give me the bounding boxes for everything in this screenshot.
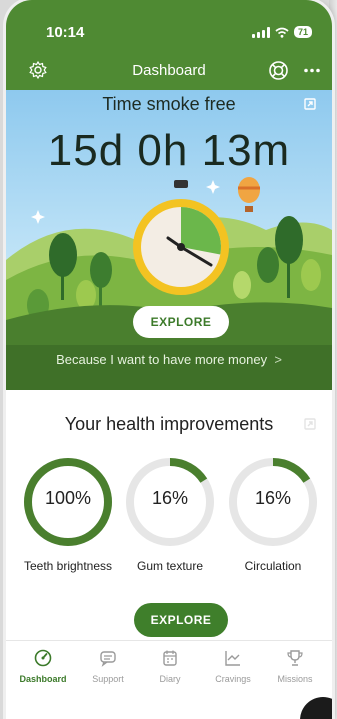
ring-value: 100%: [44, 488, 92, 508]
dashboard-icon: [34, 649, 52, 667]
nav-item-dashboard[interactable]: Dashboard: [12, 649, 74, 684]
app-header: 10:14 71 Dashboard: [6, 0, 332, 90]
bottom-nav: Dashboard Support Diary Cravings Mission…: [6, 640, 332, 719]
nav-label: Dashboard: [19, 674, 67, 684]
battery-icon: 71: [293, 26, 312, 38]
smoke-free-counter: 15d 0h 13m: [47, 126, 291, 175]
chart-icon: [225, 651, 240, 666]
nav-item-missions[interactable]: Missions: [264, 649, 326, 684]
phone-screen: 10:14 71 Dashboard Time smoke free 15d 0…: [6, 0, 332, 719]
chat-icon: [100, 651, 116, 667]
ring-value: 16%: [254, 488, 292, 508]
wifi-icon: [275, 27, 289, 38]
ring-label: Circulation: [244, 559, 302, 573]
calendar-icon: [163, 650, 177, 666]
health-ring-item[interactable]: 100% Teeth brightness: [18, 452, 118, 574]
smoke-free-hero: Time smoke free 15d 0h 13m EXPLORE Becau…: [6, 90, 332, 390]
motivation-text: Because I want to have more money: [56, 352, 268, 367]
nav-item-diary[interactable]: Diary: [139, 649, 201, 684]
nav-label: Cravings: [215, 674, 251, 684]
explore-button-hero[interactable]: EXPLORE: [133, 306, 229, 338]
signal-icon: [251, 26, 270, 38]
health-title: Your health improvements: [64, 414, 274, 434]
share-icon[interactable]: [304, 98, 316, 110]
explore-button-health[interactable]: EXPLORE: [134, 603, 228, 637]
trophy-icon: [287, 650, 303, 666]
nav-label: Support: [92, 674, 124, 684]
status-icons: 71: [251, 26, 312, 38]
hero-title: Time smoke free: [102, 94, 236, 114]
nav-label: Missions: [277, 674, 313, 684]
nav-label: Diary: [159, 674, 181, 684]
nav-item-cravings[interactable]: Cravings: [202, 649, 264, 684]
lifebuoy-icon[interactable]: [268, 60, 289, 81]
ring-label: Teeth brightness: [23, 559, 113, 573]
ring-value: 16%: [151, 488, 189, 508]
health-ring-item[interactable]: 16% Circulation: [223, 452, 323, 574]
share-icon[interactable]: [304, 418, 316, 430]
more-options-icon[interactable]: [304, 68, 320, 73]
motivation-link[interactable]: Because I want to have more money >: [6, 352, 332, 367]
chevron-right-icon: >: [270, 352, 282, 367]
health-ring-item[interactable]: 16% Gum texture: [120, 452, 220, 574]
nav-item-support[interactable]: Support: [77, 649, 139, 684]
ring-label: Gum texture: [136, 559, 204, 573]
status-time: 10:14: [46, 24, 85, 41]
